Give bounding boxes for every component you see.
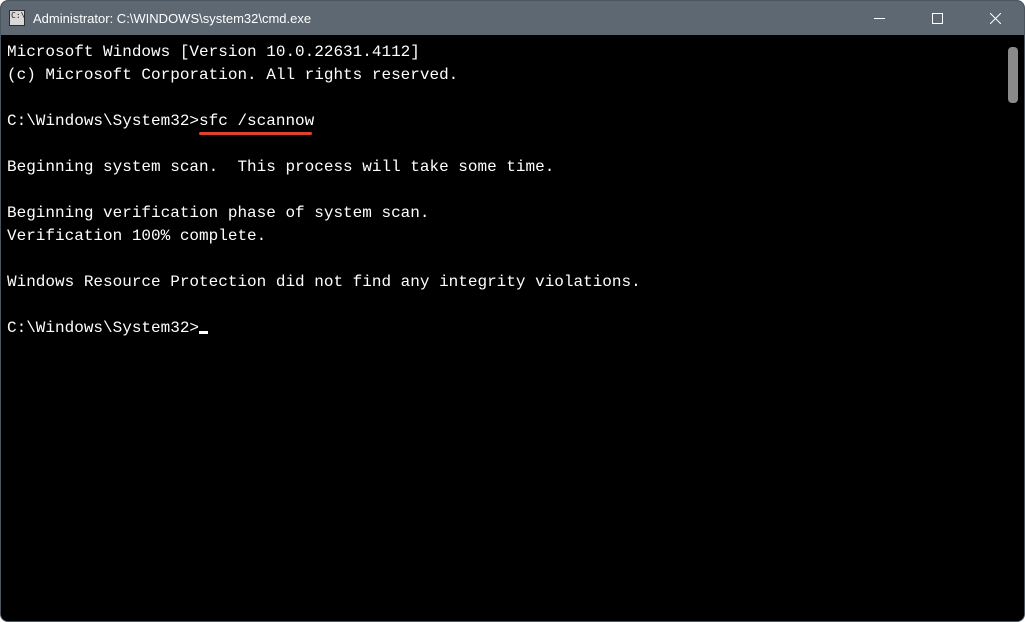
cmd-icon: C:\ [9, 10, 25, 26]
maximize-button[interactable] [908, 1, 966, 35]
scrollbar-thumb[interactable] [1008, 47, 1018, 103]
output-line: Verification 100% complete. [7, 225, 1004, 248]
window-controls [850, 1, 1024, 35]
blank-line [7, 133, 1004, 156]
titlebar[interactable]: C:\ Administrator: C:\WINDOWS\system32\c… [1, 1, 1024, 35]
minimize-button[interactable] [850, 1, 908, 35]
blank-line [7, 294, 1004, 317]
output-line: (c) Microsoft Corporation. All rights re… [7, 64, 1004, 87]
output-line: Windows Resource Protection did not find… [7, 271, 1004, 294]
prompt: C:\Windows\System32> [7, 112, 199, 130]
output-line: Beginning system scan. This process will… [7, 156, 1004, 179]
close-button[interactable] [966, 1, 1024, 35]
prompt: C:\Windows\System32> [7, 319, 199, 337]
blank-line [7, 179, 1004, 202]
output-line: Beginning verification phase of system s… [7, 202, 1004, 225]
terminal-area[interactable]: Microsoft Windows [Version 10.0.22631.41… [1, 35, 1024, 621]
output-line: Microsoft Windows [Version 10.0.22631.41… [7, 41, 1004, 64]
scrollbar[interactable] [1006, 41, 1020, 615]
blank-line [7, 248, 1004, 271]
cursor [199, 331, 208, 334]
prompt-line: C:\Windows\System32> [7, 317, 1004, 340]
cmd-window: C:\ Administrator: C:\WINDOWS\system32\c… [0, 0, 1025, 622]
window-title: Administrator: C:\WINDOWS\system32\cmd.e… [33, 11, 850, 26]
terminal-content[interactable]: Microsoft Windows [Version 10.0.22631.41… [7, 41, 1004, 615]
typed-command: sfc /scannow [199, 110, 314, 133]
command-line: C:\Windows\System32>sfc /scannow [7, 110, 1004, 133]
blank-line [7, 87, 1004, 110]
